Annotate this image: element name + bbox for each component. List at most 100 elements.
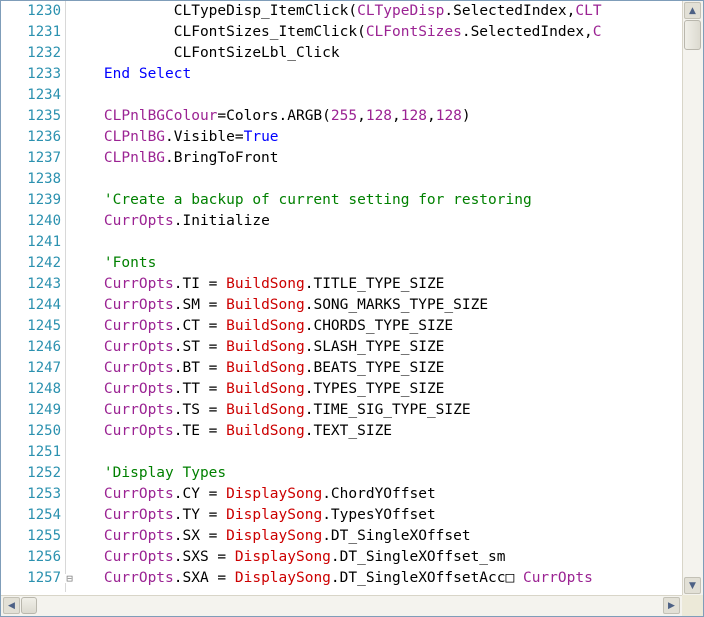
code-token-plain: .SelectedIndex, [461,24,593,40]
code-token-comment: 'Create a backup of current setting for … [69,192,532,208]
code-token-object: BuildSong [226,381,305,397]
code-token-object: DisplaySong [226,486,323,502]
code-token-object: BuildSong [226,360,305,376]
vertical-scroll-thumb[interactable] [684,20,701,50]
code-line[interactable]: CurrOpts.ST = BuildSong.SLASH_TYPE_SIZE [69,337,445,358]
line-number: 1242 [27,255,61,271]
code-token-plain: .TE = [173,423,227,439]
code-token-variable: C [592,24,602,40]
code-token-variable: CLPnlBGColour [69,108,218,124]
scroll-up-button[interactable]: ▲ [684,2,701,19]
code-line[interactable]: CurrOpts.SXS = DisplaySong.DT_SingleXOff… [69,547,506,568]
horizontal-scrollbar[interactable]: ◀ ▶ [1,595,684,616]
code-editor[interactable]: 1230 1231 1232 1233 1234 1235 1236 1237 1238 1239… [0,0,704,617]
line-number: 1240 [27,213,61,229]
scroll-right-button[interactable]: ▶ [663,597,680,614]
code-token-object: DisplaySong [234,570,331,586]
code-line[interactable]: CurrOpts.TY = DisplaySong.TypesYOffset [69,505,436,526]
code-token-object: DisplaySong [226,528,323,544]
code-token-object: BuildSong [226,276,305,292]
code-token-plain: .BT = [173,360,227,376]
vertical-scrollbar[interactable]: ▲ ▼ [682,1,703,597]
code-line[interactable]: CurrOpts.SXA = DisplaySong.DT_SingleXOff… [69,568,593,589]
code-token-variable: CLT [575,3,602,19]
code-line[interactable]: 'Create a backup of current setting for … [69,190,532,211]
line-number: 1238 [27,171,61,187]
code-token-variable: CurrOpts [69,213,174,229]
code-token-plain: .CY = [173,486,227,502]
code-line[interactable]: CurrOpts.CT = BuildSong.CHORDS_TYPE_SIZE [69,316,453,337]
code-token-variable: CurrOpts [69,549,174,565]
code-token-number: 128 [435,108,462,124]
code-token-plain: .DT_SingleXOffsetAcc□ [330,570,523,586]
code-token-variable: CurrOpts [69,402,174,418]
code-line[interactable]: CLPnlBG.BringToFront [69,148,279,169]
line-number: 1251 [27,444,61,460]
code-token-object: BuildSong [226,402,305,418]
code-token-plain: .TI = [173,276,227,292]
line-number: 1257 [27,570,61,586]
code-token-variable: CurrOpts [69,339,174,355]
code-token-plain: .TypesYOffset [322,507,436,523]
code-token-variable: CurrOpts [69,381,174,397]
code-line[interactable]: CurrOpts.SM = BuildSong.SONG_MARKS_TYPE_… [69,295,488,316]
scrollbar-corner [682,595,703,616]
line-number-gutter: 1230 1231 1232 1233 1234 1235 1236 1237 1238 1239… [1,1,74,592]
code-token-plain: .TS = [173,402,227,418]
code-token-plain: .TIME_SIG_TYPE_SIZE [304,402,471,418]
code-token-plain: .SX = [173,528,227,544]
code-line[interactable]: 'Display Types [69,463,226,484]
code-line[interactable]: CLPnlBGColour=Colors.ARGB(255,128,128,12… [69,106,471,127]
line-number: 1252 [27,465,61,481]
code-token-variable: CLPnlBG [69,150,166,166]
code-token-plain: .SLASH_TYPE_SIZE [304,339,445,355]
arrow-left-icon: ◀ [8,600,15,611]
line-number: 1235 [27,108,61,124]
code-token-plain: .TY = [173,507,227,523]
code-token-plain: .BEATS_TYPE_SIZE [304,360,445,376]
code-line[interactable]: CurrOpts.CY = DisplaySong.ChordYOffset [69,484,436,505]
code-token-object: BuildSong [226,339,305,355]
code-token-plain: .DT_SingleXOffset [322,528,471,544]
code-token-plain: ) [461,108,471,124]
code-line[interactable]: CLFontSizes_ItemClick(CLFontSizes.Select… [69,22,602,43]
code-line[interactable]: CurrOpts.BT = BuildSong.BEATS_TYPE_SIZE [69,358,445,379]
line-number: 1253 [27,486,61,502]
code-line[interactable]: CurrOpts.TI = BuildSong.TITLE_TYPE_SIZE [69,274,445,295]
code-line[interactable]: CurrOpts.TS = BuildSong.TIME_SIG_TYPE_SI… [69,400,471,421]
code-token-variable: CurrOpts [69,528,174,544]
line-number: 1250 [27,423,61,439]
code-token-plain: .TYPES_TYPE_SIZE [304,381,445,397]
code-line[interactable]: End Select [69,64,191,85]
code-token-object: BuildSong [226,423,305,439]
code-token-variable: CurrOpts [69,423,174,439]
code-line[interactable]: CurrOpts.TE = BuildSong.TEXT_SIZE [69,421,392,442]
line-number: 1241 [27,234,61,250]
line-number: 1249 [27,402,61,418]
code-line[interactable]: CLTypeDisp_ItemClick(CLTypeDisp.Selected… [69,1,602,22]
code-line[interactable]: CurrOpts.Initialize [69,211,270,232]
code-area[interactable]: CLTypeDisp_ItemClick(CLTypeDisp.Selected… [69,1,681,592]
line-number: 1247 [27,360,61,376]
code-token-plain: , [426,108,436,124]
line-number: 1248 [27,381,61,397]
horizontal-scroll-thumb[interactable] [21,597,37,614]
code-token-variable: CLTypeDisp [357,3,445,19]
code-line[interactable]: CurrOpts.SX = DisplaySong.DT_SingleXOffs… [69,526,471,547]
code-token-variable: CLFontSizes [365,24,462,40]
line-number: 1237 [27,150,61,166]
code-token-plain: .TEXT_SIZE [304,423,393,439]
line-number: 1255 [27,528,61,544]
code-line[interactable]: CLPnlBG.Visible=True [69,127,279,148]
code-line[interactable]: CurrOpts.TT = BuildSong.TYPES_TYPE_SIZE [69,379,445,400]
code-token-plain: .SelectedIndex, [444,3,576,19]
code-token-variable: CurrOpts [69,570,174,586]
scroll-down-button[interactable]: ▼ [684,577,701,594]
code-token-plain: , [392,108,401,124]
code-token-variable: CurrOpts [69,486,174,502]
code-token-object: BuildSong [226,297,305,313]
code-token-plain: .ChordYOffset [322,486,436,502]
code-line[interactable]: 'Fonts [69,253,156,274]
scroll-left-button[interactable]: ◀ [3,597,20,614]
code-line[interactable]: CLFontSizeLbl_Click [69,43,340,64]
